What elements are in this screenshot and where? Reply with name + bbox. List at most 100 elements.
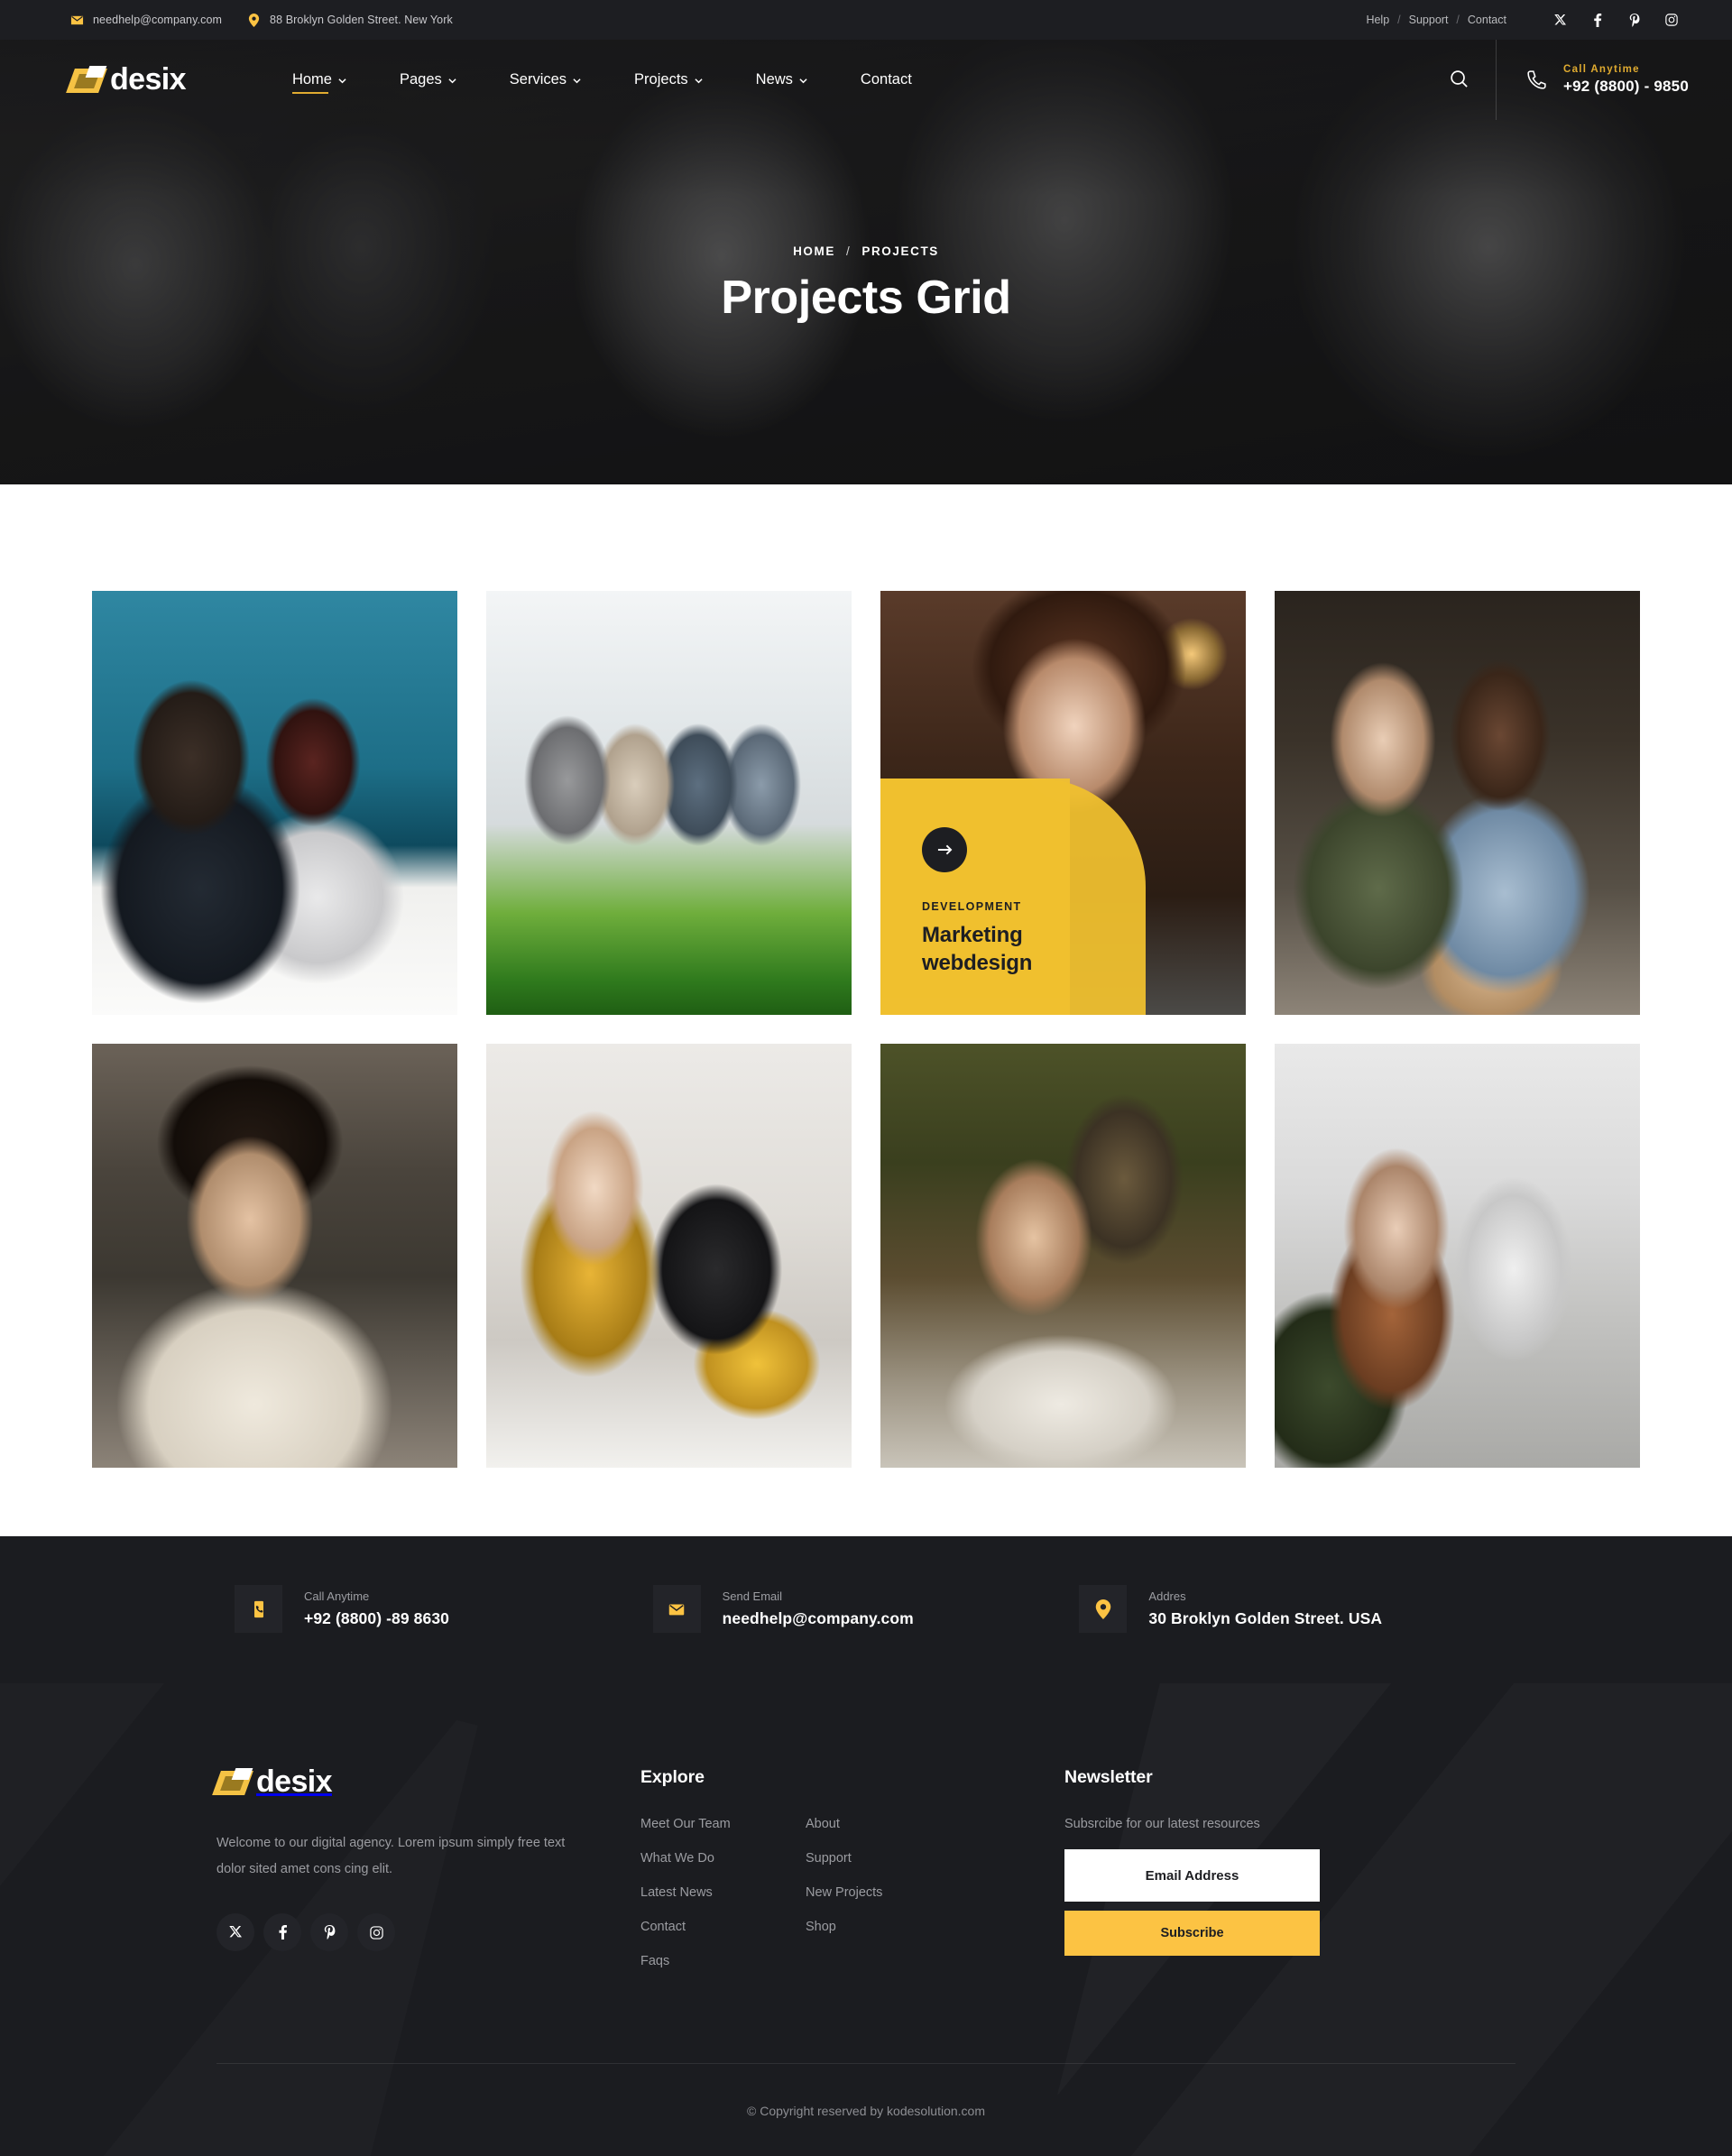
project-card-8[interactable] bbox=[1275, 1044, 1640, 1468]
topbar-link-contact[interactable]: Contact bbox=[1468, 14, 1506, 26]
facebook-icon[interactable] bbox=[1590, 13, 1604, 27]
project-card-5[interactable] bbox=[92, 1044, 457, 1468]
primary-navigation: Home Pages Services Projects News Contac… bbox=[291, 62, 912, 97]
project-card-2[interactable] bbox=[486, 591, 852, 1015]
envelope-icon bbox=[70, 14, 84, 27]
nav-label-home: Home bbox=[291, 71, 332, 88]
footer-brand-column: desix Welcome to our digital agency. Lor… bbox=[212, 1764, 640, 1951]
project-card-6[interactable] bbox=[486, 1044, 852, 1468]
footer-explore-column: Explore Meet Our Team What We Do Latest … bbox=[640, 1764, 1064, 1968]
contact-phone[interactable]: Call Anytime +92 (8800) -89 8630 bbox=[235, 1585, 653, 1633]
chevron-down-icon bbox=[799, 77, 807, 85]
project-card-1[interactable] bbox=[92, 591, 457, 1015]
hero-section: desix Home Pages Services Projects News bbox=[0, 40, 1732, 484]
footer-newsletter-column: Newsletter Subsrcibe for our latest reso… bbox=[1064, 1764, 1362, 1956]
footer-description: Welcome to our digital agency. Lorem ips… bbox=[216, 1836, 566, 1876]
copyright-text: © Copyright reserved by kodesolution.com bbox=[747, 2104, 985, 2118]
top-bar-right: Help / Support / Contact bbox=[1366, 13, 1678, 27]
project-card-3[interactable]: DEVELOPMENT Marketing webdesign bbox=[880, 591, 1246, 1015]
header-call-block[interactable]: Call Anytime +92 (8800) - 9850 bbox=[1497, 64, 1732, 96]
page-title: Projects Grid bbox=[721, 271, 1011, 324]
footer-columns: desix Welcome to our digital agency. Lor… bbox=[212, 1764, 1516, 1968]
x-icon[interactable] bbox=[216, 1913, 254, 1951]
nav-item-projects[interactable]: Projects bbox=[634, 62, 703, 97]
envelope-icon bbox=[652, 1585, 701, 1633]
nav-item-contact[interactable]: Contact bbox=[861, 62, 912, 97]
email-field[interactable] bbox=[1064, 1849, 1320, 1902]
topbar-link-support[interactable]: Support bbox=[1409, 14, 1449, 26]
project-image-6 bbox=[486, 1044, 852, 1468]
footer-link-new-projects[interactable]: New Projects bbox=[806, 1885, 971, 1900]
facebook-icon[interactable] bbox=[263, 1913, 301, 1951]
chevron-down-icon bbox=[695, 77, 703, 85]
contact-email[interactable]: Send Email needhelp@company.com bbox=[652, 1585, 1080, 1633]
chevron-down-icon bbox=[448, 77, 456, 85]
logo-mark-icon bbox=[212, 1767, 253, 1797]
topbar-email[interactable]: needhelp@company.com bbox=[70, 14, 222, 27]
instagram-icon[interactable] bbox=[357, 1913, 395, 1951]
footer-link-what-we-do[interactable]: What We Do bbox=[640, 1851, 806, 1866]
footer-link-about[interactable]: About bbox=[806, 1817, 971, 1831]
nav-item-home[interactable]: Home bbox=[291, 62, 346, 97]
footer-link-meet-our-team[interactable]: Meet Our Team bbox=[640, 1817, 806, 1831]
x-icon[interactable] bbox=[1553, 14, 1567, 27]
location-pin-icon bbox=[1079, 1585, 1128, 1633]
footer-newsletter-heading: Newsletter bbox=[1064, 1767, 1153, 1787]
topbar-links: Help / Support / Contact bbox=[1366, 14, 1506, 26]
breadcrumb: HOME / PROJECTS bbox=[793, 244, 939, 258]
project-card-4[interactable] bbox=[1275, 591, 1640, 1015]
footer-link-support[interactable]: Support bbox=[806, 1851, 971, 1866]
project-card-7[interactable] bbox=[880, 1044, 1246, 1468]
phone-icon bbox=[235, 1585, 282, 1633]
chevron-down-icon bbox=[573, 77, 581, 85]
footer-link-latest-news[interactable]: Latest News bbox=[640, 1885, 806, 1900]
project-image-2 bbox=[486, 591, 852, 1015]
site-footer: desix Welcome to our digital agency. Lor… bbox=[0, 1683, 1732, 2156]
footer-newsletter-subtitle: Subsrcibe for our latest resources bbox=[1064, 1817, 1260, 1831]
contact-phone-label: Call Anytime bbox=[304, 1589, 370, 1603]
footer-explore-heading: Explore bbox=[640, 1767, 705, 1787]
project-image-1 bbox=[92, 591, 457, 1015]
footer-link-shop[interactable]: Shop bbox=[806, 1920, 971, 1934]
breadcrumb-separator: / bbox=[845, 244, 852, 258]
footer-explore-col-2: About Support New Projects Shop bbox=[806, 1817, 971, 1968]
site-logo[interactable]: desix bbox=[66, 62, 187, 97]
subscribe-button[interactable]: Subscribe bbox=[1064, 1911, 1320, 1956]
project-content-3: DEVELOPMENT Marketing webdesign bbox=[922, 900, 1032, 977]
contact-address[interactable]: Addres 30 Broklyn Golden Street. USA bbox=[1079, 1585, 1497, 1633]
nav-item-services[interactable]: Services bbox=[510, 62, 581, 97]
instagram-icon[interactable] bbox=[1664, 14, 1678, 27]
footer-link-contact[interactable]: Contact bbox=[640, 1920, 806, 1934]
nav-item-news[interactable]: News bbox=[756, 62, 807, 97]
topbar-email-text: needhelp@company.com bbox=[93, 14, 223, 26]
contact-email-label: Send Email bbox=[722, 1589, 783, 1603]
footer-social-links bbox=[216, 1913, 640, 1951]
pinterest-icon[interactable] bbox=[1627, 13, 1641, 27]
breadcrumb-current: PROJECTS bbox=[861, 244, 939, 258]
projects-grid: DEVELOPMENT Marketing webdesign bbox=[92, 591, 1640, 1468]
pinterest-icon[interactable] bbox=[310, 1913, 348, 1951]
topbar-sep-2: / bbox=[1456, 14, 1460, 26]
search-button[interactable] bbox=[1423, 40, 1497, 120]
nav-label-projects: Projects bbox=[634, 71, 688, 88]
contact-strip-inner: Call Anytime +92 (8800) -89 8630 Send Em… bbox=[235, 1585, 1497, 1633]
topbar-address[interactable]: 88 Broklyn Golden Street. New York bbox=[247, 13, 453, 27]
arrow-right-icon[interactable] bbox=[922, 827, 967, 872]
logo-text: desix bbox=[110, 62, 187, 97]
nav-label-services: Services bbox=[509, 71, 567, 88]
header-call-label: Call Anytime bbox=[1562, 64, 1640, 75]
nav-item-pages[interactable]: Pages bbox=[400, 62, 456, 97]
footer-logo-text: desix bbox=[256, 1764, 333, 1799]
footer-explore-col-1: Meet Our Team What We Do Latest News Con… bbox=[640, 1817, 806, 1968]
project-image-8 bbox=[1275, 1044, 1640, 1468]
projects-section: DEVELOPMENT Marketing webdesign bbox=[0, 484, 1732, 1536]
location-pin-icon bbox=[247, 13, 261, 27]
topbar-social bbox=[1553, 13, 1678, 27]
footer-link-faqs[interactable]: Faqs bbox=[640, 1954, 806, 1968]
contact-info-strip: Call Anytime +92 (8800) -89 8630 Send Em… bbox=[0, 1536, 1732, 1683]
topbar-link-help[interactable]: Help bbox=[1366, 14, 1389, 26]
project-title-3: Marketing webdesign bbox=[922, 922, 1033, 975]
contact-email-value: needhelp@company.com bbox=[722, 1609, 914, 1627]
footer-logo[interactable]: desix bbox=[212, 1764, 640, 1800]
breadcrumb-home[interactable]: HOME bbox=[793, 244, 835, 258]
